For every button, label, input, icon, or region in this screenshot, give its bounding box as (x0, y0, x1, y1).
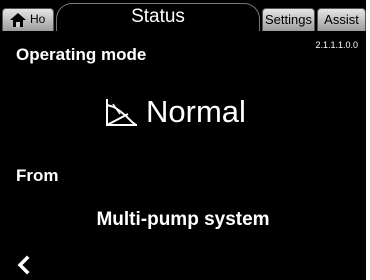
tab-status[interactable]: Status (56, 3, 260, 31)
normal-mode-icon (106, 99, 137, 126)
operating-mode-value: Normal (146, 94, 246, 129)
tab-assist[interactable]: Assist (317, 8, 366, 31)
menu-id: 2.1.1.1.0.0 (315, 40, 358, 50)
from-value: Multi-pump system (96, 209, 270, 230)
operating-mode-value-row: Normal (104, 92, 246, 132)
display-screen: Ho Status Settings Assist 2.1.1.1.0.0 Op… (0, 0, 366, 280)
tab-home-label: Ho (30, 12, 46, 26)
tab-home[interactable]: Ho (2, 8, 54, 31)
tab-bar: Ho Status Settings Assist (0, 0, 366, 31)
from-heading: From (16, 166, 59, 185)
home-icon (10, 13, 26, 27)
chevron-left-icon[interactable] (14, 254, 36, 276)
tab-settings[interactable]: Settings (262, 8, 315, 31)
operating-mode-heading: Operating mode (16, 45, 147, 64)
